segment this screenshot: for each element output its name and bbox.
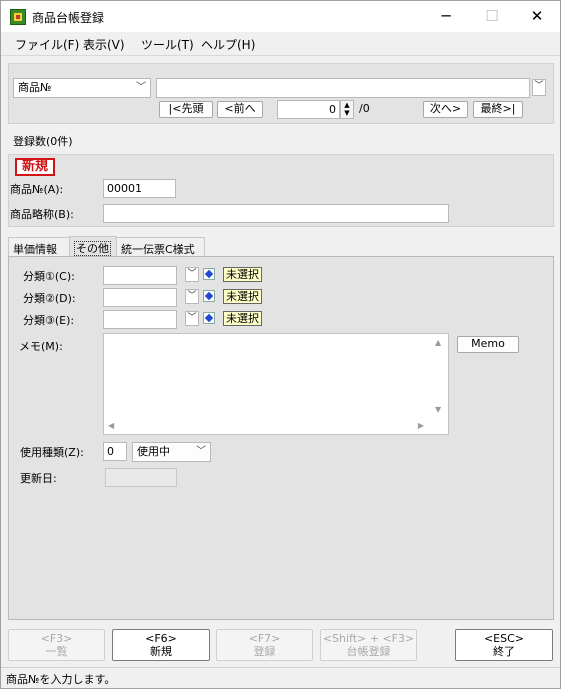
esc-key-label: <ESC> — [483, 632, 525, 645]
product-no-input[interactable]: 00001 — [103, 179, 176, 198]
product-no-label: 商品№(A): — [10, 183, 64, 196]
category2-input[interactable] — [103, 288, 177, 307]
title-bar: 商品台帳登録 ─ ☐ ✕ — [1, 1, 560, 32]
usage-label: 使用種類(Z): — [20, 446, 84, 459]
category1-lookup-icon[interactable] — [203, 268, 215, 280]
page-total: /0 — [359, 102, 370, 115]
f6-key-label: <F6> — [145, 632, 177, 645]
category2-label: 分類②(D): — [23, 292, 76, 305]
next-record-button[interactable]: 次へ> — [423, 101, 468, 118]
category3-label: 分類③(E): — [23, 314, 75, 327]
category3-lookup-icon[interactable] — [203, 312, 215, 324]
memo-textarea[interactable]: ▲ ▼ ◀ ▶ — [103, 333, 449, 435]
category1-chevron-icon[interactable]: ﹀ — [185, 267, 199, 282]
usage-select-value: 使用中 — [137, 445, 170, 458]
memo-button[interactable]: Memo — [457, 336, 519, 353]
tab-unit-price[interactable]: 単価情報 — [8, 237, 70, 257]
esc-exit-button[interactable]: <ESC> 終了 — [455, 629, 553, 661]
page-number-input[interactable]: 0 — [277, 100, 340, 119]
category2-chevron-icon[interactable]: ﹀ — [185, 289, 199, 304]
f3-key-label: <F3> — [40, 632, 73, 645]
scroll-left-icon[interactable]: ◀ — [108, 421, 114, 430]
f3-list-button[interactable]: <F3> 一覧 — [8, 629, 105, 661]
esc-label: 終了 — [493, 645, 515, 658]
shift-f3-key-label: <Shift> + <F3> — [322, 632, 415, 645]
search-field-select[interactable]: 商品№ ﹀ — [13, 78, 151, 98]
menu-view[interactable]: 表示(V) — [83, 36, 125, 53]
menu-help[interactable]: ヘルプ(H) — [201, 36, 255, 53]
search-history-chevron-icon[interactable]: ﹀ — [532, 79, 546, 96]
first-record-button[interactable]: |<先頭 — [159, 101, 213, 118]
usage-select[interactable]: 使用中 ﹀ — [132, 442, 211, 462]
scroll-up-icon[interactable]: ▲ — [435, 338, 441, 347]
category1-label: 分類①(C): — [23, 270, 75, 283]
f7-register-button[interactable]: <F7> 登録 — [216, 629, 313, 661]
last-record-button[interactable]: 最終>| — [473, 101, 523, 118]
memo-horizontal-scrollbar[interactable]: ◀ ▶ — [104, 418, 434, 434]
search-input[interactable] — [156, 78, 530, 98]
category1-unselected: 未選択 — [223, 267, 262, 282]
menu-bar: ファイル(F) 表示(V) ツール(T) ヘルプ(H) — [1, 32, 560, 56]
registered-count: 登録数(0件) — [13, 135, 73, 148]
category3-input[interactable] — [103, 310, 177, 329]
category2-lookup-icon[interactable] — [203, 290, 215, 302]
minimize-button[interactable]: ─ — [423, 1, 469, 32]
updated-date-field — [105, 468, 177, 487]
tab-unified-slip[interactable]: 統一伝票C様式 — [116, 237, 205, 257]
tab-panel-other — [8, 256, 554, 620]
f7-key-label: <F7> — [248, 632, 281, 645]
scroll-right-icon[interactable]: ▶ — [418, 421, 424, 430]
memo-label: メモ(M): — [19, 340, 63, 353]
usage-code-input[interactable]: 0 — [103, 442, 127, 461]
status-badge: 新規 — [15, 158, 55, 176]
scroll-down-icon[interactable]: ▼ — [435, 405, 441, 414]
f7-label: 登録 — [253, 645, 276, 658]
page-spinner[interactable]: ▲ ▼ — [340, 100, 354, 119]
short-name-label: 商品略称(B): — [10, 208, 74, 221]
category3-unselected: 未選択 — [223, 311, 262, 326]
prev-record-button[interactable]: <前へ — [217, 101, 263, 118]
tab-other[interactable]: その他 — [69, 236, 117, 257]
app-window: 商品台帳登録 ─ ☐ ✕ ファイル(F) 表示(V) ツール(T) ヘルプ(H)… — [0, 0, 561, 689]
updated-label: 更新日: — [20, 472, 57, 485]
app-icon — [10, 9, 26, 25]
f6-new-button[interactable]: <F6> 新規 — [112, 629, 210, 661]
category1-input[interactable] — [103, 266, 177, 285]
f6-label: 新規 — [150, 645, 172, 658]
category2-unselected: 未選択 — [223, 289, 262, 304]
shift-f3-ledger-button[interactable]: <Shift> + <F3> 台帳登録 — [320, 629, 417, 661]
close-button[interactable]: ✕ — [514, 1, 560, 32]
chevron-down-icon: ﹀ — [136, 82, 146, 93]
search-field-value: 商品№ — [18, 81, 52, 94]
f3-label: 一覧 — [45, 645, 68, 658]
shift-f3-label: 台帳登録 — [346, 645, 391, 658]
maximize-button[interactable]: ☐ — [469, 1, 515, 32]
memo-vertical-scrollbar[interactable]: ▲ ▼ — [432, 334, 448, 434]
window-title: 商品台帳登録 — [32, 11, 105, 25]
status-message: 商品№を入力します。 — [6, 673, 116, 686]
menu-tools[interactable]: ツール(T) — [141, 36, 194, 53]
menu-file[interactable]: ファイル(F) — [15, 36, 79, 53]
status-bar: 商品№を入力します。 — [1, 667, 560, 688]
tab-other-label: その他 — [74, 241, 111, 256]
short-name-input[interactable] — [103, 204, 449, 223]
chevron-down-icon: ﹀ — [196, 446, 206, 457]
category3-chevron-icon[interactable]: ﹀ — [185, 311, 199, 326]
